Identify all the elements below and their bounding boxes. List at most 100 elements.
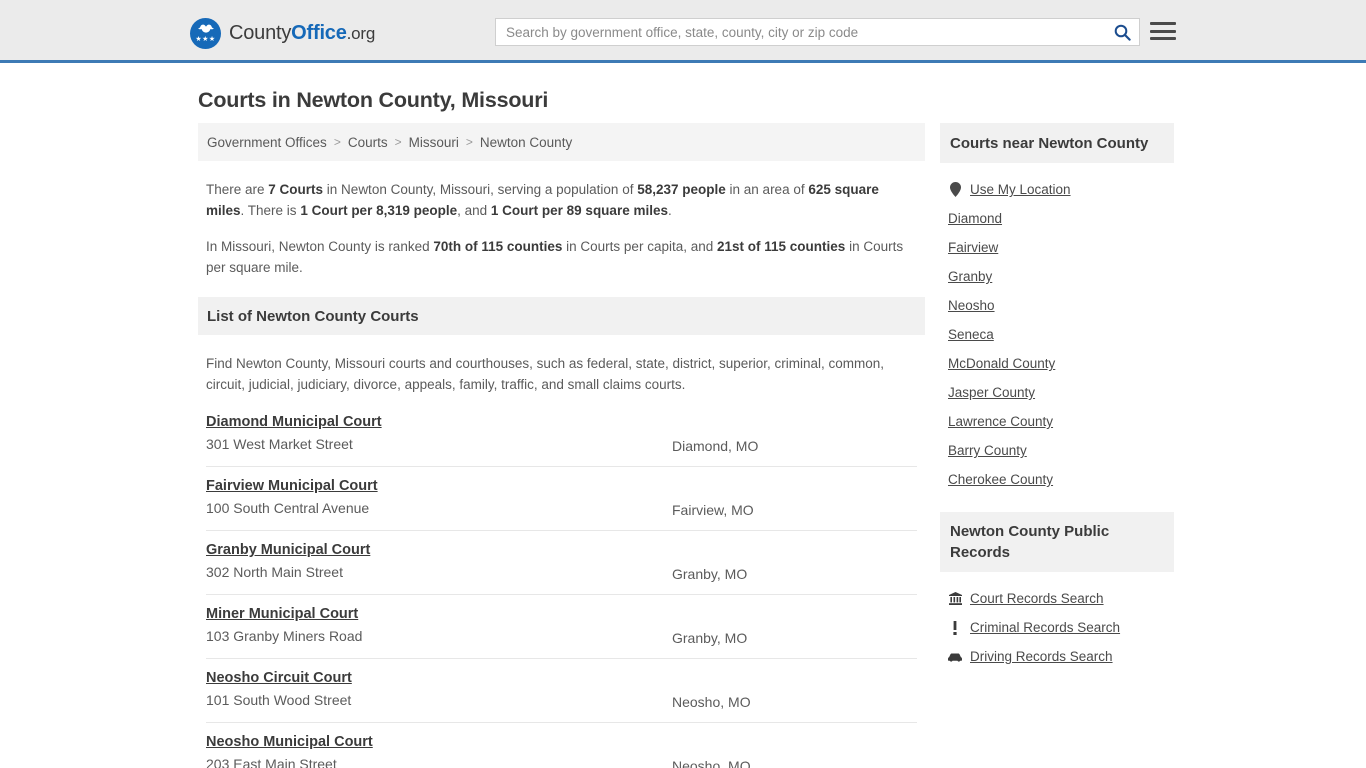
court-name-link[interactable]: Diamond Municipal Court (206, 414, 382, 430)
breadcrumb-separator: > (394, 135, 402, 149)
court-address: 103 Granby Miners Road (206, 628, 363, 644)
nearby-link-row[interactable]: McDonald County (948, 349, 1166, 378)
menu-button[interactable] (1150, 20, 1176, 42)
nearby-courts-panel: Courts near Newton County Use My Locatio… (940, 123, 1174, 498)
site-header: ★★★ CountyOffice.org (0, 0, 1366, 63)
breadcrumb-item-missouri[interactable]: Missouri (409, 135, 459, 150)
car-icon (948, 652, 962, 662)
nearby-link-diamond[interactable]: Diamond (948, 211, 1002, 226)
stats-text: , and (457, 203, 491, 218)
brand-office-text: Office (291, 22, 347, 44)
nearby-link-row[interactable]: Diamond (948, 204, 1166, 233)
stats-text: in Newton County, Missouri, serving a po… (323, 182, 638, 197)
search-icon (1114, 24, 1131, 41)
court-info: Miner Municipal Court 103 Granby Miners R… (206, 605, 672, 644)
court-city: Neosho, MO (672, 758, 751, 768)
court-row: Miner Municipal Court 103 Granby Miners R… (206, 595, 917, 659)
court-address: 301 West Market Street (206, 436, 353, 452)
stats-text: . (667, 203, 672, 218)
court-name-link[interactable]: Granby Municipal Court (206, 542, 370, 558)
breadcrumb-item-courts[interactable]: Courts (348, 135, 388, 150)
breadcrumb: Government Offices > Courts > Missouri > Newto… (198, 123, 925, 161)
list-section-title: List of Newton County Courts (207, 307, 419, 325)
use-my-location-row[interactable]: Use My Location (948, 175, 1166, 204)
court-info: Fairview Municipal Court 100 South Centra… (206, 477, 672, 516)
breadcrumb-separator: > (465, 135, 473, 149)
nearby-link-barry-county[interactable]: Barry County (948, 443, 1027, 458)
court-row: Diamond Municipal Court 301 West Market S… (206, 403, 917, 467)
court-address: 100 South Central Avenue (206, 500, 370, 516)
stats-text: . There is (240, 203, 301, 218)
hamburger-bar (1150, 22, 1176, 25)
nearby-links-list: Diamond Fairview Granby Neosho Seneca McDonal… (948, 204, 1166, 494)
nearby-link-fairview[interactable]: Fairview (948, 240, 998, 255)
nearby-link-row[interactable]: Granby (948, 262, 1166, 291)
court-name-link[interactable]: Miner Municipal Court (206, 606, 358, 622)
court-row: Fairview Municipal Court 100 South Centra… (206, 467, 917, 531)
stats-rank-capita: 70th of 115 counties (433, 239, 563, 254)
breadcrumb-item-government-offices[interactable]: Government Offices (207, 135, 327, 150)
public-record-link-driving-records-search[interactable]: Driving Records Search (970, 649, 1113, 664)
public-records-title: Newton County Public Records (940, 512, 1174, 572)
stats-text: in an area of (725, 182, 809, 197)
court-info: Neosho Circuit Court 101 South Wood Stree… (206, 669, 672, 708)
search-bar[interactable] (495, 18, 1140, 46)
nearby-link-row[interactable]: Barry County (948, 436, 1166, 465)
site-logo[interactable]: ★★★ CountyOffice.org (190, 18, 375, 49)
nearby-link-mcdonald-county[interactable]: McDonald County (948, 356, 1055, 371)
nearby-link-cherokee-county[interactable]: Cherokee County (948, 472, 1053, 487)
court-address: 302 North Main Street (206, 564, 343, 580)
nearby-courts-title: Courts near Newton County (940, 123, 1174, 163)
nearby-link-row[interactable]: Neosho (948, 291, 1166, 320)
search-input[interactable] (496, 19, 1105, 45)
brand-wordmark: CountyOffice.org (229, 22, 375, 45)
breadcrumb-item-newton-county: Newton County (479, 134, 573, 150)
court-city: Granby, MO (672, 630, 748, 646)
countyoffice-logo-icon: ★★★ (190, 18, 221, 49)
court-row: Granby Municipal Court 302 North Main Str… (206, 531, 917, 595)
court-city: Granby, MO (672, 566, 748, 582)
eagle-icon (197, 24, 214, 33)
court-address: 101 South Wood Street (206, 692, 352, 708)
court-name-link[interactable]: Neosho Circuit Court (206, 670, 352, 686)
public-record-link-criminal-records-search[interactable]: Criminal Records Search (970, 620, 1120, 635)
court-name-link[interactable]: Fairview Municipal Court (206, 478, 378, 494)
public-record-row[interactable]: Driving Records Search (948, 642, 1166, 671)
court-list: Diamond Municipal Court 301 West Market S… (198, 403, 925, 768)
stars-icon: ★★★ (195, 36, 216, 43)
main-column: Government Offices > Courts > Missouri > Newto… (198, 123, 925, 768)
brand-county-text: County (229, 22, 292, 44)
public-record-row[interactable]: Criminal Records Search (948, 613, 1166, 642)
public-record-link-court-records-search[interactable]: Court Records Search (970, 591, 1104, 606)
nearby-link-row[interactable]: Lawrence County (948, 407, 1166, 436)
use-my-location-link[interactable]: Use My Location (970, 182, 1071, 197)
nearby-link-granby[interactable]: Granby (948, 269, 992, 284)
court-city: Fairview, MO (672, 502, 754, 518)
court-address: 203 East Main Street (206, 756, 337, 768)
nearby-courts-body: Use My Location Diamond Fairview Granby Neo… (940, 163, 1174, 498)
nearby-link-jasper-county[interactable]: Jasper County (948, 385, 1035, 400)
page-title: Courts in Newton County, Missouri (198, 88, 549, 112)
map-pin-icon (948, 182, 962, 197)
statistics-paragraph-2: In Missouri, Newton County is ranked 70t… (206, 236, 917, 278)
exclamation-icon (948, 620, 962, 635)
court-info: Diamond Municipal Court 301 West Market S… (206, 413, 672, 452)
nearby-link-seneca[interactable]: Seneca (948, 327, 994, 342)
nearby-link-row[interactable]: Seneca (948, 320, 1166, 349)
public-records-body: Court Records Search Criminal Records Sea… (940, 572, 1174, 675)
court-city: Neosho, MO (672, 694, 751, 710)
nearby-link-neosho[interactable]: Neosho (948, 298, 995, 313)
county-statistics: There are 7 Courts in Newton County, Mis… (198, 161, 925, 297)
nearby-link-row[interactable]: Fairview (948, 233, 1166, 262)
search-button[interactable] (1105, 19, 1139, 45)
nearby-link-row[interactable]: Cherokee County (948, 465, 1166, 494)
stats-text: In Missouri, Newton County is ranked (206, 239, 434, 254)
nearby-link-lawrence-county[interactable]: Lawrence County (948, 414, 1053, 429)
breadcrumb-separator: > (333, 135, 341, 149)
nearby-link-row[interactable]: Jasper County (948, 378, 1166, 407)
stats-per-area: 1 Court per 89 square miles (490, 203, 668, 218)
public-record-row[interactable]: Court Records Search (948, 584, 1166, 613)
stats-text: in Courts per capita, and (562, 239, 717, 254)
content-layout: Government Offices > Courts > Missouri > Newto… (198, 123, 1174, 768)
court-name-link[interactable]: Neosho Municipal Court (206, 734, 373, 750)
